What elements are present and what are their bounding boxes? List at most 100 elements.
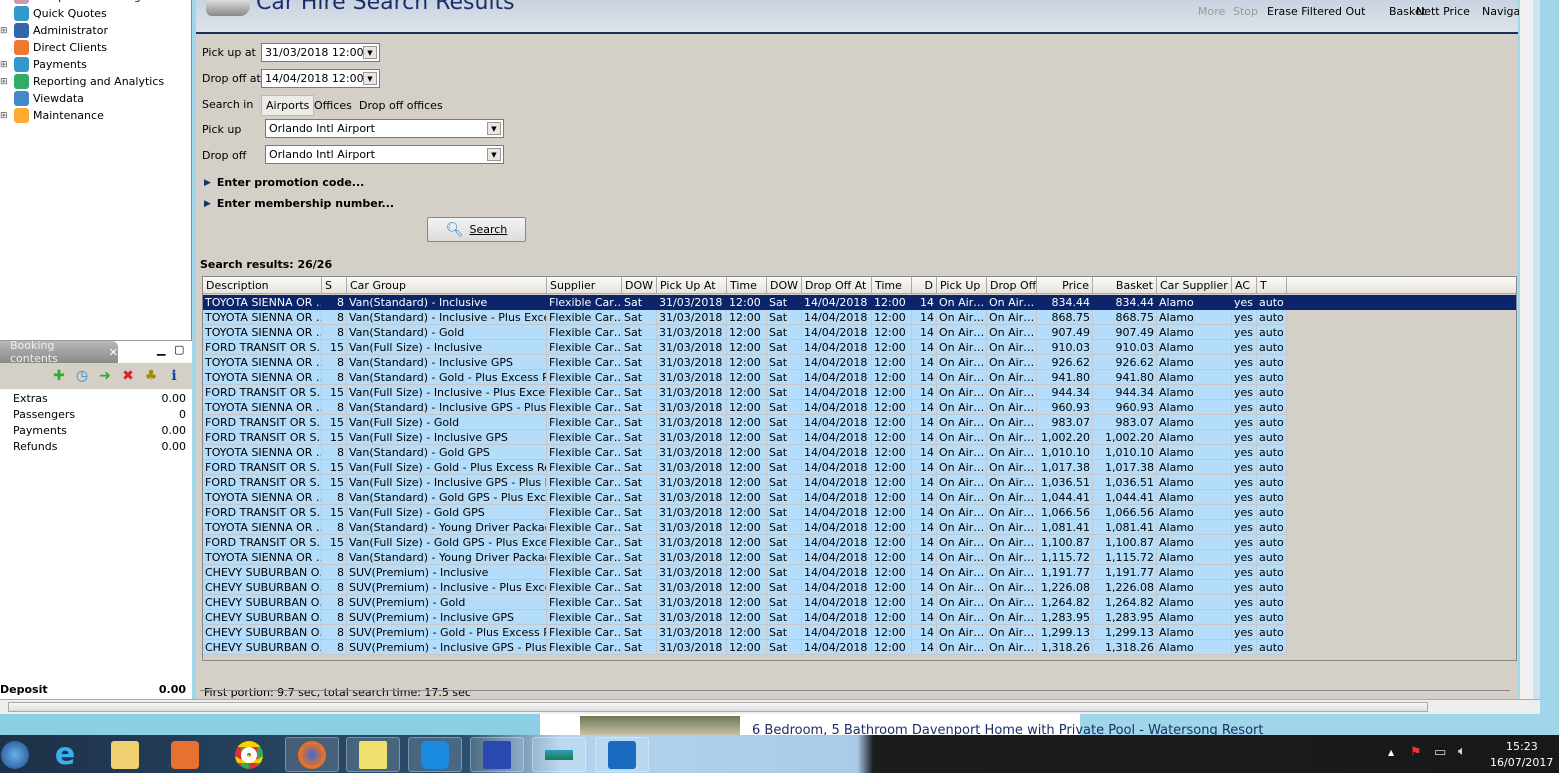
minimize-icon[interactable]: ▁ bbox=[157, 343, 165, 356]
expand-icon[interactable]: ⊞ bbox=[0, 26, 8, 36]
firefox-icon[interactable] bbox=[285, 737, 339, 772]
column-header-dow[interactable]: DOW bbox=[767, 277, 802, 294]
chevron-down-icon[interactable]: ▼ bbox=[363, 46, 377, 59]
column-header-time[interactable]: Time bbox=[727, 277, 767, 294]
internet-explorer-icon[interactable]: e bbox=[38, 737, 92, 772]
action-center-flag-icon[interactable]: ⚑ bbox=[1410, 745, 1422, 760]
table-row[interactable]: FORD TRANSIT OR S… 15 Van(Full Size) - Gol… bbox=[203, 460, 1288, 475]
column-header-time[interactable]: Time bbox=[872, 277, 912, 294]
clock-date[interactable]: 16/07/2017 bbox=[1490, 756, 1553, 769]
clock-icon[interactable]: ◷ bbox=[74, 368, 90, 384]
results-grid[interactable]: Description S Car Group Supplier DOW Pick Up … bbox=[202, 276, 1517, 661]
table-row[interactable]: TOYOTA SIENNA OR … 8 Van(Standard) - Gold F… bbox=[203, 325, 1288, 340]
app-g-icon[interactable] bbox=[408, 737, 462, 772]
expand-icon[interactable]: ⊞ bbox=[0, 77, 8, 87]
table-row[interactable]: FORD TRANSIT OR S… 15 Van(Full Size) - Gol… bbox=[203, 505, 1288, 520]
column-header-ac[interactable]: AC bbox=[1232, 277, 1257, 294]
table-row[interactable]: CHEVY SUBURBAN O… 8 SUV(Premium) - Inclusi… bbox=[203, 640, 1288, 655]
table-row[interactable]: TOYOTA SIENNA OR … 8 Van(Standard) - Inclu… bbox=[203, 355, 1288, 370]
table-row[interactable]: CHEVY SUBURBAN O… 8 SUV(Premium) - Inclusi… bbox=[203, 580, 1288, 595]
erase-filtered-out-button[interactable]: Erase Filtered Out bbox=[1267, 5, 1365, 18]
column-header-d[interactable]: D bbox=[912, 277, 937, 294]
dropoff-offices-option[interactable]: Drop off offices bbox=[359, 99, 443, 112]
table-row[interactable]: TOYOTA SIENNA OR … 8 Van(Standard) - Gold … bbox=[203, 370, 1288, 385]
dropoff-at-field[interactable]: 14/04/2018 12:00 ▼ bbox=[261, 69, 380, 88]
remote-desktop-icon[interactable] bbox=[470, 737, 524, 772]
sidebar-item[interactable]: ⊞ Maintenance bbox=[0, 107, 104, 124]
active-app-icon[interactable] bbox=[532, 737, 586, 772]
table-row[interactable]: TOYOTA SIENNA OR … 8 Van(Standard) - Inclu… bbox=[203, 295, 1516, 310]
table-row[interactable]: TOYOTA SIENNA OR … 8 Van(Standard) - Gold … bbox=[203, 490, 1288, 505]
sidebar-item[interactable]: Viewdata bbox=[14, 90, 84, 107]
column-header-description[interactable]: Description bbox=[203, 277, 322, 294]
network-icon[interactable]: ▭ bbox=[1434, 745, 1446, 760]
airports-option[interactable]: Airports bbox=[261, 95, 315, 116]
column-header-dow[interactable]: DOW bbox=[622, 277, 657, 294]
dropoff-location-select[interactable]: Orlando Intl Airport ▼ bbox=[265, 145, 504, 164]
search-button[interactable]: 🔍︎ Search bbox=[427, 217, 526, 242]
table-row[interactable]: TOYOTA SIENNA OR … 8 Van(Standard) - Inclu… bbox=[203, 400, 1288, 415]
file-explorer-icon[interactable] bbox=[98, 737, 152, 772]
cart-arrow-icon[interactable]: ➜ bbox=[97, 368, 113, 384]
table-row[interactable]: TOYOTA SIENNA OR … 8 Van(Standard) - Young… bbox=[203, 520, 1288, 535]
pickup-at-field[interactable]: 31/03/2018 12:00 ▼ bbox=[261, 43, 380, 62]
expand-icon[interactable]: ⊞ bbox=[0, 111, 8, 121]
booking-contents-tab[interactable]: Booking contents ✕ bbox=[0, 339, 118, 365]
add-icon[interactable]: ✚ bbox=[51, 368, 67, 384]
sidebar-item[interactable]: ⊞ Payments bbox=[0, 56, 87, 73]
column-header-t[interactable]: T bbox=[1257, 277, 1287, 294]
table-row[interactable]: CHEVY SUBURBAN O… 8 SUV(Premium) - Inclusi… bbox=[203, 565, 1288, 580]
start-button[interactable] bbox=[0, 737, 42, 772]
column-header-basket[interactable]: Basket bbox=[1093, 277, 1157, 294]
sidebar-item[interactable]: ⊞ Reporting and Analytics bbox=[0, 73, 164, 90]
table-row[interactable]: FORD TRANSIT OR S… 15 Van(Full Size) - Inc… bbox=[203, 430, 1288, 445]
maximize-icon[interactable]: ▢ bbox=[174, 343, 184, 356]
show-hidden-icons[interactable]: ▲ bbox=[1388, 748, 1394, 757]
column-header-pick-up-at[interactable]: Pick Up At bbox=[657, 277, 727, 294]
sidebar-item[interactable]: Quick Quotes bbox=[14, 5, 107, 22]
column-header-supplier[interactable]: Supplier bbox=[547, 277, 622, 294]
sidebar-item[interactable]: ⊞ Administrator bbox=[0, 22, 108, 39]
table-row[interactable]: TOYOTA SIENNA OR … 8 Van(Standard) - Gold … bbox=[203, 445, 1288, 460]
table-row[interactable]: TOYOTA SIENNA OR … 8 Van(Standard) - Inclu… bbox=[203, 310, 1288, 325]
sticky-notes-icon[interactable] bbox=[346, 737, 400, 772]
volume-icon[interactable]: 🔈︎ bbox=[1458, 744, 1466, 759]
table-row[interactable]: CHEVY SUBURBAN O… 8 SUV(Premium) - Inclusi… bbox=[203, 610, 1288, 625]
table-row[interactable]: CHEVY SUBURBAN O… 8 SUV(Premium) - Gold - … bbox=[203, 625, 1288, 640]
more-button[interactable]: More bbox=[1198, 5, 1225, 18]
table-row[interactable]: CHEVY SUBURBAN O… 8 SUV(Premium) - Gold Fle… bbox=[203, 595, 1288, 610]
table-row[interactable]: FORD TRANSIT OR S… 15 Van(Full Size) - Gol… bbox=[203, 415, 1288, 430]
column-header-drop-off[interactable]: Drop Off bbox=[987, 277, 1037, 294]
promotion-code-expander[interactable]: ▶ Enter promotion code... bbox=[204, 176, 364, 189]
table-row[interactable]: FORD TRANSIT OR S… 15 Van(Full Size) - Gol… bbox=[203, 535, 1288, 550]
media-player-icon[interactable] bbox=[158, 737, 212, 772]
stop-button[interactable]: Stop bbox=[1233, 5, 1258, 18]
palm-tree-icon[interactable]: ♣ bbox=[143, 368, 159, 384]
chevron-down-icon[interactable]: ▼ bbox=[363, 72, 377, 85]
chevron-down-icon[interactable]: ▼ bbox=[487, 122, 501, 135]
table-row[interactable]: FORD TRANSIT OR S… 15 Van(Full Size) - Inc… bbox=[203, 340, 1288, 355]
outlook-icon[interactable] bbox=[595, 737, 649, 772]
nett-price-button[interactable]: Nett Price bbox=[1416, 5, 1470, 18]
chevron-down-icon[interactable]: ▼ bbox=[487, 148, 501, 161]
column-header-price[interactable]: Price bbox=[1037, 277, 1093, 294]
column-header-pick-up[interactable]: Pick Up bbox=[937, 277, 987, 294]
membership-number-expander[interactable]: ▶ Enter membership number... bbox=[204, 197, 394, 210]
clock-time[interactable]: 15:23 bbox=[1506, 740, 1538, 753]
expand-icon[interactable]: ⊞ bbox=[0, 60, 8, 70]
sidebar-item[interactable]: Direct Clients bbox=[14, 39, 107, 56]
info-icon[interactable]: i bbox=[166, 368, 182, 384]
column-header-car-group[interactable]: Car Group bbox=[347, 277, 547, 294]
delete-icon[interactable]: ✖ bbox=[120, 368, 136, 384]
table-row[interactable]: TOYOTA SIENNA OR … 8 Van(Standard) - Young… bbox=[203, 550, 1288, 565]
column-header-s[interactable]: S bbox=[322, 277, 347, 294]
column-header-drop-off-at[interactable]: Drop Off At bbox=[802, 277, 872, 294]
navigator-button[interactable]: Navigal bbox=[1482, 5, 1523, 18]
chrome-icon[interactable] bbox=[222, 737, 276, 772]
pickup-location-select[interactable]: Orlando Intl Airport ▼ bbox=[265, 119, 504, 138]
column-header-car-supplier[interactable]: Car Supplier bbox=[1157, 277, 1232, 294]
offices-option[interactable]: Offices bbox=[314, 99, 352, 112]
vertical-scrollbar[interactable] bbox=[1519, 0, 1533, 700]
close-icon[interactable]: ✕ bbox=[109, 346, 118, 359]
table-row[interactable]: FORD TRANSIT OR S… 15 Van(Full Size) - Inc… bbox=[203, 475, 1288, 490]
